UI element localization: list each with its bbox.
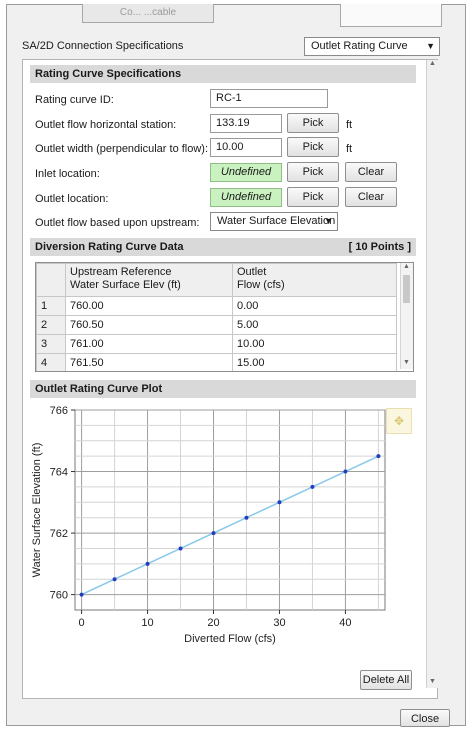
- row-number: 4: [36, 353, 66, 371]
- data-point: [178, 546, 183, 551]
- points-badge: [ 10 Points ]: [348, 241, 411, 253]
- cell-flow[interactable]: 15.00: [232, 353, 397, 371]
- section-title-diversion: Diversion Rating Curve Data: [35, 241, 184, 253]
- plot-frame: [74, 409, 386, 611]
- station-label: Outlet flow horizontal station:: [35, 119, 177, 131]
- width-pick-button[interactable]: Pick: [287, 137, 339, 157]
- row-number-header: [36, 263, 66, 297]
- rating-curve-chart[interactable]: 0 10 20 30 40 760 762 764 766 Diverted Flow (cfs)…: [30, 398, 416, 694]
- row-number: 1: [36, 296, 66, 316]
- cell-flow[interactable]: 10.00: [232, 334, 397, 354]
- x-tick-label: 0: [79, 617, 85, 629]
- column-header-elevation-line1: Upstream Reference: [70, 266, 172, 278]
- plot-area: 0 10 20 30 40 760 762 764 766 Diverted Flow (cfs)…: [30, 398, 416, 694]
- section-header-plot: Outlet Rating Curve Plot: [30, 380, 416, 398]
- y-tick-label: 760: [50, 590, 68, 602]
- cell-elevation[interactable]: 761.50: [65, 353, 233, 371]
- scroll-down-icon[interactable]: ▼: [429, 678, 436, 685]
- panel-scrollbar[interactable]: ▲ ▼: [426, 60, 438, 688]
- table-row[interactable]: 2 760.50 5.00: [36, 315, 397, 335]
- data-point: [310, 484, 315, 489]
- data-point: [343, 469, 348, 474]
- row-number: 3: [36, 334, 66, 354]
- column-header-flow-line1: Outlet: [237, 266, 267, 278]
- upstream-label: Outlet flow based upon upstream:: [35, 217, 200, 229]
- y-tick-label: 764: [50, 467, 68, 479]
- width-input[interactable]: 10.00: [210, 138, 282, 157]
- delete-all-button[interactable]: Delete All: [360, 670, 412, 690]
- x-tick-label: 20: [207, 617, 219, 629]
- inlet-pick-button[interactable]: Pick: [287, 162, 339, 182]
- data-point: [244, 515, 249, 520]
- column-header-flow[interactable]: Outlet Flow (cfs): [232, 263, 397, 297]
- table-row[interactable]: 3 761.00 10.00: [36, 334, 397, 354]
- section-title-rating: Rating Curve Specifications: [35, 68, 182, 80]
- close-button[interactable]: Close: [400, 709, 450, 727]
- station-pick-button[interactable]: Pick: [287, 113, 339, 133]
- rating-id-label: Rating curve ID:: [35, 94, 114, 106]
- section-header-diversion: Diversion Rating Curve Data [ 10 Points …: [30, 238, 416, 256]
- width-unit: ft: [346, 143, 353, 155]
- rating-table: Upstream Reference Water Surface Elev (f…: [35, 262, 414, 372]
- outlet-pick-button[interactable]: Pick: [287, 187, 339, 207]
- chevron-down-icon: ▼: [426, 41, 435, 51]
- y-axis-label: Water Surface Elevation (ft): [31, 443, 43, 578]
- scroll-up-icon[interactable]: ▲: [403, 263, 410, 270]
- mode-select-value: Outlet Rating Curve: [311, 40, 408, 52]
- top-tab: Co... ...cable: [82, 4, 214, 23]
- column-header-elevation-line2: Water Surface Elev (ft): [70, 279, 181, 291]
- outlet-clear-button[interactable]: Clear: [345, 187, 397, 207]
- scroll-down-icon[interactable]: ▼: [403, 359, 410, 366]
- plot-options-icon[interactable]: ✥: [386, 408, 412, 434]
- chevron-down-icon: ▼: [324, 216, 333, 226]
- data-point: [277, 500, 282, 505]
- cell-elevation[interactable]: 760.50: [65, 315, 233, 335]
- table-scrollbar[interactable]: ▲ ▼: [400, 263, 413, 369]
- cell-elevation[interactable]: 761.00: [65, 334, 233, 354]
- station-unit: ft: [346, 119, 353, 131]
- cell-flow[interactable]: 0.00: [232, 296, 397, 316]
- upstream-select[interactable]: Water Surface Elevation ▼: [210, 212, 338, 231]
- section-header-rating: Rating Curve Specifications: [30, 65, 416, 83]
- inlet-location-value: Undefined: [210, 163, 282, 182]
- station-input[interactable]: 133.19: [210, 114, 282, 133]
- row-number: 2: [36, 315, 66, 335]
- header-title: SA/2D Connection Specifications: [22, 40, 184, 52]
- data-point: [376, 454, 381, 459]
- outlet-label: Outlet location:: [35, 193, 109, 205]
- outlet-location-value: Undefined: [210, 188, 282, 207]
- x-tick-label: 40: [339, 617, 351, 629]
- column-header-elevation[interactable]: Upstream Reference Water Surface Elev (f…: [65, 263, 233, 297]
- table-scroll-thumb[interactable]: [403, 275, 410, 303]
- width-label: Outlet width (perpendicular to flow):: [35, 143, 209, 155]
- x-tick-label: 30: [273, 617, 285, 629]
- table-row[interactable]: 4 761.50 15.00: [36, 353, 397, 371]
- column-header-flow-line2: Flow (cfs): [237, 279, 285, 291]
- table-row[interactable]: 1 760.00 0.00: [36, 296, 397, 316]
- scroll-up-icon[interactable]: ▲: [429, 60, 436, 67]
- top-tab-field: [340, 4, 442, 27]
- rating-id-input[interactable]: RC-1: [210, 89, 328, 108]
- x-tick-label: 10: [141, 617, 153, 629]
- upstream-select-value: Water Surface Elevation: [217, 215, 336, 227]
- data-point: [145, 561, 150, 566]
- x-axis-label: Diverted Flow (cfs): [184, 633, 276, 645]
- inlet-label: Inlet location:: [35, 168, 100, 180]
- mode-select[interactable]: Outlet Rating Curve ▼: [304, 37, 440, 56]
- data-point: [211, 531, 216, 536]
- cell-elevation[interactable]: 760.00: [65, 296, 233, 316]
- y-tick-label: 766: [50, 405, 68, 417]
- data-point: [112, 577, 117, 582]
- y-tick-label: 762: [50, 528, 68, 540]
- data-point: [79, 592, 84, 597]
- section-title-plot: Outlet Rating Curve Plot: [35, 383, 163, 395]
- cell-flow[interactable]: 5.00: [232, 315, 397, 335]
- inlet-clear-button[interactable]: Clear: [345, 162, 397, 182]
